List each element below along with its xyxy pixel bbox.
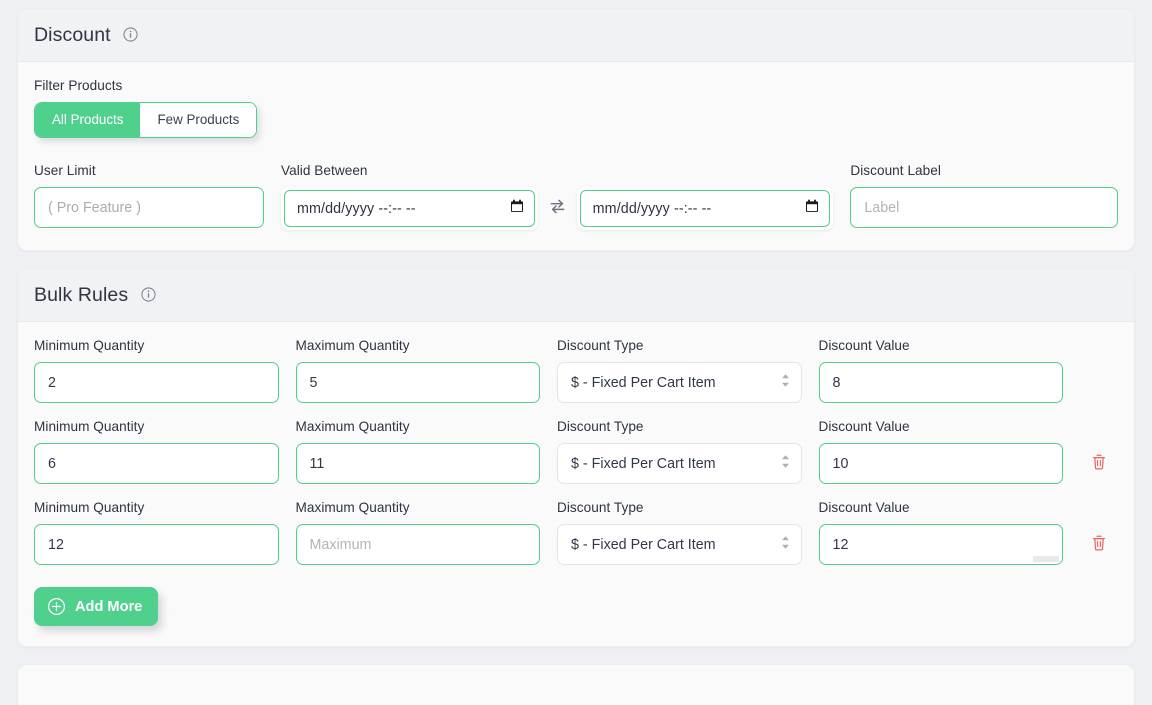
discount-type-field-group: Discount Type $ - Fixed Per Cart Item bbox=[557, 500, 802, 566]
max-qty-field-group: Maximum Quantity bbox=[295, 419, 540, 485]
min-qty-input[interactable] bbox=[34, 443, 279, 485]
info-circle-icon[interactable] bbox=[123, 27, 138, 42]
max-qty-field-group: Maximum Quantity bbox=[295, 338, 540, 404]
discount-value-label: Discount Value bbox=[818, 338, 910, 354]
user-limit-input[interactable] bbox=[34, 187, 264, 229]
page-title: Discount bbox=[34, 24, 111, 46]
min-qty-label: Minimum Quantity bbox=[34, 338, 145, 354]
discount-value-field-group: Discount Value bbox=[818, 338, 1063, 404]
discount-type-label: Discount Type bbox=[557, 419, 644, 435]
discount-value-input[interactable] bbox=[818, 362, 1063, 404]
delete-rule-placeholder bbox=[1080, 362, 1118, 403]
discount-type-label: Discount Type bbox=[557, 500, 644, 516]
bulk-rules-card: Bulk Rules Minimum Quantity Maximum Quan… bbox=[17, 268, 1135, 648]
next-card-partial bbox=[17, 664, 1135, 705]
bulk-rules-card-body: Minimum Quantity Maximum Quantity Discou… bbox=[18, 322, 1134, 646]
user-limit-field-group: User Limit bbox=[34, 163, 264, 230]
add-more-label: Add More bbox=[75, 598, 143, 615]
min-qty-label: Minimum Quantity bbox=[34, 419, 145, 435]
discount-card-body: Filter Products All Products Few Product… bbox=[18, 62, 1134, 250]
valid-between-label: Valid Between bbox=[281, 163, 368, 179]
discount-card-header: Discount bbox=[18, 9, 1134, 62]
discount-type-label: Discount Type bbox=[557, 338, 644, 354]
calendar-icon[interactable] bbox=[804, 198, 820, 219]
discount-type-field-group: Discount Type $ - Fixed Per Cart Item bbox=[557, 338, 802, 404]
discount-card: Discount Filter Products All Products Fe… bbox=[17, 8, 1135, 252]
min-qty-input[interactable] bbox=[34, 524, 279, 566]
delete-rule-button[interactable] bbox=[1080, 524, 1118, 565]
bulk-rule-row: Minimum Quantity Maximum Quantity Discou… bbox=[34, 338, 1118, 404]
add-more-button[interactable]: Add More bbox=[34, 587, 159, 627]
discount-settings-row: User Limit Valid Between mm/dd/yyyy --:-… bbox=[34, 163, 1118, 231]
discount-type-select[interactable]: $ - Fixed Per Cart Item bbox=[557, 362, 802, 404]
calendar-icon[interactable] bbox=[509, 198, 525, 219]
min-qty-field-group: Minimum Quantity bbox=[34, 419, 279, 485]
delete-rule-button[interactable] bbox=[1080, 443, 1118, 484]
info-circle-icon[interactable] bbox=[141, 287, 156, 302]
valid-to-datetime-field[interactable]: mm/dd/yyyy --:-- -- bbox=[576, 187, 834, 231]
discount-value-label: Discount Value bbox=[818, 500, 910, 516]
discount-type-select[interactable]: $ - Fixed Per Cart Item bbox=[557, 524, 802, 566]
discount-type-select[interactable]: $ - Fixed Per Cart Item bbox=[557, 443, 802, 485]
min-qty-input[interactable] bbox=[34, 362, 279, 404]
filter-few-products-button[interactable]: Few Products bbox=[140, 103, 257, 138]
page-root: Discount Filter Products All Products Fe… bbox=[0, 0, 1152, 705]
trash-icon bbox=[1091, 453, 1107, 474]
swap-arrows-icon[interactable] bbox=[548, 197, 567, 221]
user-limit-label: User Limit bbox=[34, 163, 96, 179]
discount-label-input[interactable] bbox=[850, 187, 1118, 229]
max-qty-field-group: Maximum Quantity bbox=[295, 500, 540, 566]
bulk-rules-card-header: Bulk Rules bbox=[18, 269, 1134, 323]
discount-label-label: Discount Label bbox=[850, 163, 941, 179]
bulk-rule-row: Minimum Quantity Maximum Quantity Discou… bbox=[34, 419, 1118, 485]
discount-value-input[interactable] bbox=[818, 443, 1063, 485]
discount-value-label: Discount Value bbox=[818, 419, 910, 435]
bulk-rule-row: Minimum Quantity Maximum Quantity Discou… bbox=[34, 500, 1118, 566]
plus-circle-icon bbox=[47, 597, 66, 616]
max-qty-label: Maximum Quantity bbox=[295, 419, 410, 435]
resize-handle[interactable] bbox=[1033, 556, 1059, 563]
min-qty-field-group: Minimum Quantity bbox=[34, 500, 279, 566]
max-qty-input[interactable] bbox=[295, 443, 540, 485]
discount-value-input[interactable] bbox=[818, 524, 1063, 566]
max-qty-input[interactable] bbox=[295, 524, 540, 566]
max-qty-label: Maximum Quantity bbox=[295, 500, 410, 516]
valid-from-datetime-field[interactable]: mm/dd/yyyy --:-- -- bbox=[281, 187, 538, 231]
discount-value-field-group: Discount Value bbox=[818, 419, 1063, 485]
min-qty-field-group: Minimum Quantity bbox=[34, 338, 279, 404]
valid-from-datetime-value: mm/dd/yyyy --:-- -- bbox=[297, 200, 416, 217]
max-qty-label: Maximum Quantity bbox=[295, 338, 410, 354]
valid-to-datetime-value: mm/dd/yyyy --:-- -- bbox=[592, 200, 712, 217]
trash-icon bbox=[1091, 534, 1107, 555]
filter-all-products-button[interactable]: All Products bbox=[35, 103, 141, 138]
discount-value-field-group: Discount Value bbox=[818, 500, 1063, 566]
valid-between-field-group: Valid Between mm/dd/yyyy --:-- -- mm/dd/… bbox=[281, 163, 834, 231]
discount-type-field-group: Discount Type $ - Fixed Per Cart Item bbox=[557, 419, 802, 485]
discount-label-field-group: Discount Label bbox=[850, 163, 1118, 230]
filter-products-label: Filter Products bbox=[34, 78, 123, 93]
bulk-rules-title: Bulk Rules bbox=[34, 284, 129, 307]
filter-products-toggle-group: All Products Few Products bbox=[34, 102, 1118, 139]
min-qty-label: Minimum Quantity bbox=[34, 500, 145, 516]
max-qty-input[interactable] bbox=[295, 362, 540, 404]
